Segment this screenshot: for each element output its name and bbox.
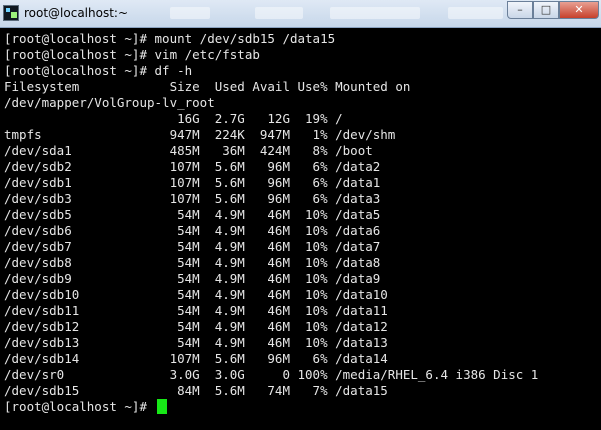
maximize-icon: □ (540, 3, 552, 16)
terminal-line: tmpfs 947M 224K 947M 1% /dev/shm (4, 127, 396, 142)
terminal-line: /dev/mapper/VolGroup-lv_root (4, 95, 215, 110)
minimize-button[interactable]: – (507, 1, 533, 19)
background-window-tab (448, 7, 503, 19)
background-window-tab (330, 7, 420, 19)
terminal-line: /dev/sdb12 54M 4.9M 46M 10% /data12 (4, 319, 388, 334)
terminal-line: /dev/sdb8 54M 4.9M 46M 10% /data8 (4, 255, 381, 270)
close-icon: ✕ (574, 3, 584, 16)
terminal-app-icon (3, 5, 19, 21)
minimize-icon: – (517, 3, 523, 16)
maximize-button[interactable]: □ (533, 1, 559, 19)
terminal-line: /dev/sdb7 54M 4.9M 46M 10% /data7 (4, 239, 381, 254)
terminal-line: /dev/sdb1 107M 5.6M 96M 6% /data1 (4, 175, 381, 190)
window-title: root@localhost:~ (24, 6, 129, 20)
terminal-line: /dev/sdb15 84M 5.6M 74M 7% /data15 (4, 383, 388, 398)
terminal-line: /dev/sr0 3.0G 3.0G 0 100% /media/RHEL_6.… (4, 367, 539, 382)
background-window-tab (170, 7, 210, 19)
terminal-line: /dev/sdb11 54M 4.9M 46M 10% /data11 (4, 303, 388, 318)
window-titlebar[interactable]: root@localhost:~ – □ ✕ (0, 0, 601, 28)
terminal-line: /dev/sdb6 54M 4.9M 46M 10% /data6 (4, 223, 381, 238)
terminal-line: /dev/sdb3 107M 5.6M 96M 6% /data3 (4, 191, 381, 206)
terminal-line: [root@localhost ~]# mount /dev/sdb15 /da… (4, 31, 336, 46)
terminal-line: /dev/sdb5 54M 4.9M 46M 10% /data5 (4, 207, 381, 222)
terminal-line: Filesystem Size Used Avail Use% Mounted … (4, 79, 411, 94)
terminal-cursor (156, 399, 167, 414)
terminal-line: /dev/sda1 485M 36M 424M 8% /boot (4, 143, 373, 158)
terminal-line: /dev/sdb2 107M 5.6M 96M 6% /data2 (4, 159, 381, 174)
background-window-tab (255, 7, 303, 19)
terminal-line: [root@localhost ~]# df -h (4, 63, 193, 78)
terminal-line: /dev/sdb9 54M 4.9M 46M 10% /data9 (4, 271, 381, 286)
terminal-line: 16G 2.7G 12G 19% / (4, 111, 343, 126)
window-controls: – □ ✕ (507, 1, 599, 19)
terminal-prompt: [root@localhost ~]# (4, 399, 155, 414)
terminal-output[interactable]: [root@localhost ~]# mount /dev/sdb15 /da… (0, 28, 601, 430)
terminal-line: /dev/sdb10 54M 4.9M 46M 10% /data10 (4, 287, 388, 302)
terminal-prompt-line[interactable]: [root@localhost ~]# (4, 399, 167, 415)
terminal-line: [root@localhost ~]# vim /etc/fstab (4, 47, 260, 62)
close-button[interactable]: ✕ (559, 1, 599, 19)
terminal-line: /dev/sdb14 107M 5.6M 96M 6% /data14 (4, 351, 388, 366)
terminal-line: /dev/sdb13 54M 4.9M 46M 10% /data13 (4, 335, 388, 350)
